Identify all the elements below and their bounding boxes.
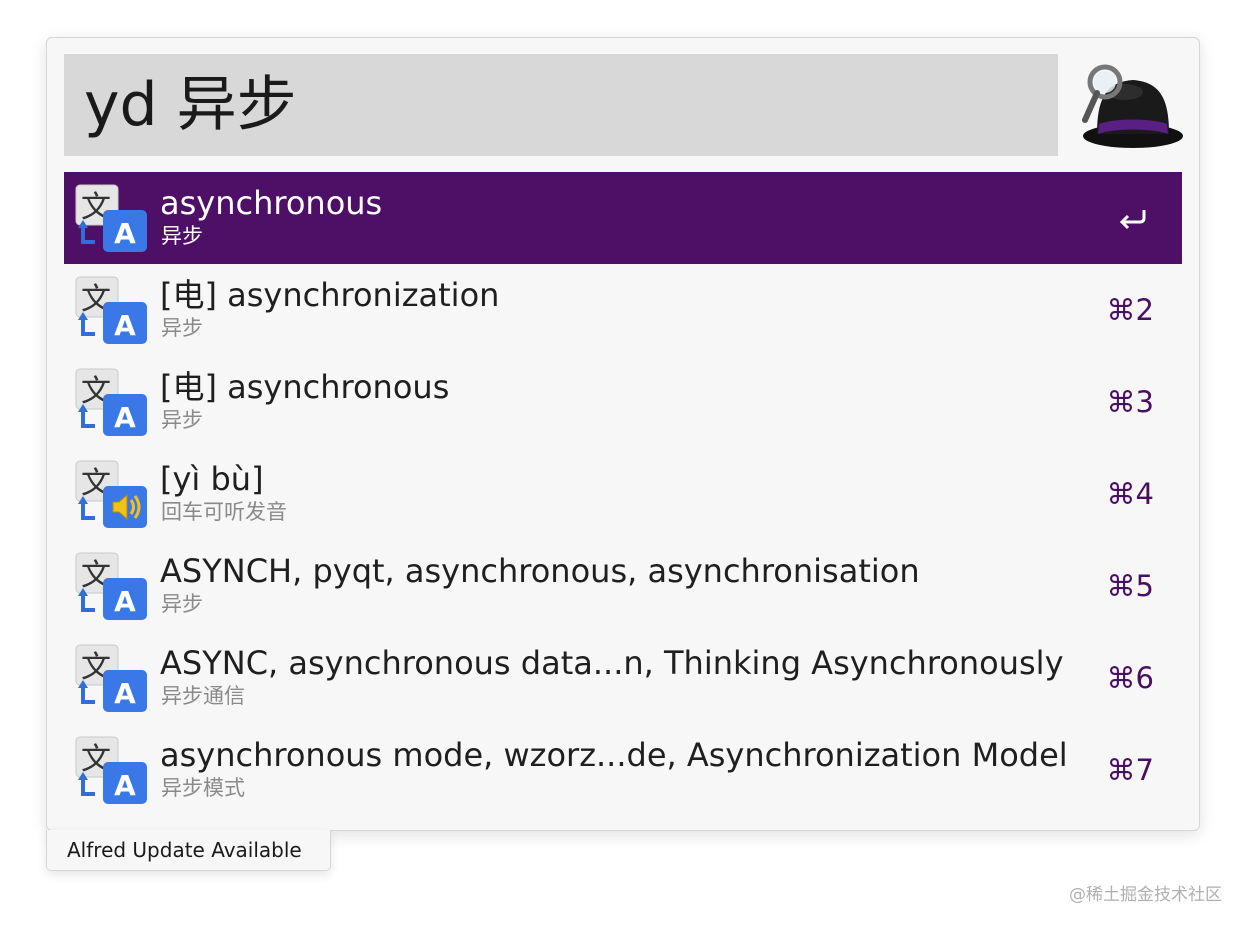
- alfred-window: yd 异步 文 Aasynchronous 异步文 A [电] asynchroniza…: [46, 37, 1200, 831]
- translate-icon: 文A: [75, 368, 149, 436]
- update-notice-label: Alfred Update Available: [67, 838, 302, 862]
- pronounce-icon: 文: [75, 460, 149, 528]
- result-title: ASYNCH, pyqt, asynchronous, asynchronisa…: [160, 552, 920, 590]
- return-key-icon: [1119, 210, 1146, 230]
- svg-text:A: A: [114, 585, 136, 618]
- svg-text:A: A: [114, 677, 136, 710]
- search-query[interactable]: yd 异步: [84, 70, 297, 140]
- result-subtitle: 异步通信: [161, 684, 245, 708]
- translate-icon: 文A: [75, 552, 149, 620]
- result-title: asynchronous: [160, 184, 383, 222]
- svg-text:A: A: [114, 309, 136, 342]
- result-title: [yì bù]: [160, 460, 264, 498]
- result-title: asynchronous mode, wzorz...de, Asynchron…: [160, 736, 1068, 774]
- result-title: [电] asynchronous: [160, 368, 450, 406]
- result-subtitle: 异步: [161, 592, 203, 616]
- search-input[interactable]: yd 异步: [64, 54, 1058, 156]
- result-row[interactable]: 文 A asynchronous mode, wzorz...de, Asynchr…: [64, 724, 1182, 816]
- result-shortcut: ⌘3: [1106, 385, 1154, 419]
- translate-icon: 文A: [75, 736, 149, 804]
- translate-icon: 文A: [75, 276, 149, 344]
- result-subtitle: 回车可听发音: [161, 500, 287, 524]
- alfred-hat-logo-icon[interactable]: [1075, 60, 1185, 152]
- results-list: 文 Aasynchronous 异步文 A [电] asynchronization 异步…: [64, 172, 1182, 816]
- result-subtitle: 异步: [161, 316, 203, 340]
- result-shortcut: ⌘4: [1106, 477, 1154, 511]
- result-title: ASYNC, asynchronous data...n, Thinking A…: [160, 644, 1064, 682]
- result-row[interactable]: 文 A asynchronous 异步: [64, 172, 1182, 264]
- result-row[interactable]: 文 A ASYNC, asynchronous data...n, Thinking…: [64, 632, 1182, 724]
- result-title: [电] asynchronization: [160, 276, 500, 314]
- watermark: @稀土掘金技术社区: [1069, 885, 1222, 905]
- result-row[interactable]: 文 A [电] asynchronous 异步 ⌘3: [64, 356, 1182, 448]
- svg-text:A: A: [114, 401, 136, 434]
- result-shortcut: ⌘5: [1106, 569, 1154, 603]
- result-subtitle: 异步: [161, 408, 203, 432]
- result-shortcut: ⌘2: [1106, 293, 1154, 327]
- result-shortcut: ⌘6: [1106, 661, 1154, 695]
- result-subtitle: 异步模式: [161, 776, 245, 800]
- result-shortcut: ⌘7: [1106, 753, 1154, 787]
- result-row[interactable]: 文 A [电] asynchronization 异步 ⌘2: [64, 264, 1182, 356]
- translate-icon: 文A: [75, 644, 149, 712]
- result-row[interactable]: 文 A ASYNCH, pyqt, asynchronous, asynchroni…: [64, 540, 1182, 632]
- result-row[interactable]: 文 [yì bù] 回车可听发音 ⌘4: [64, 448, 1182, 540]
- svg-text:A: A: [114, 769, 136, 802]
- update-notice-button[interactable]: Alfred Update Available: [46, 830, 331, 871]
- svg-text:A: A: [114, 217, 136, 250]
- translate-icon: 文A: [75, 184, 149, 252]
- result-subtitle: 异步: [161, 224, 203, 248]
